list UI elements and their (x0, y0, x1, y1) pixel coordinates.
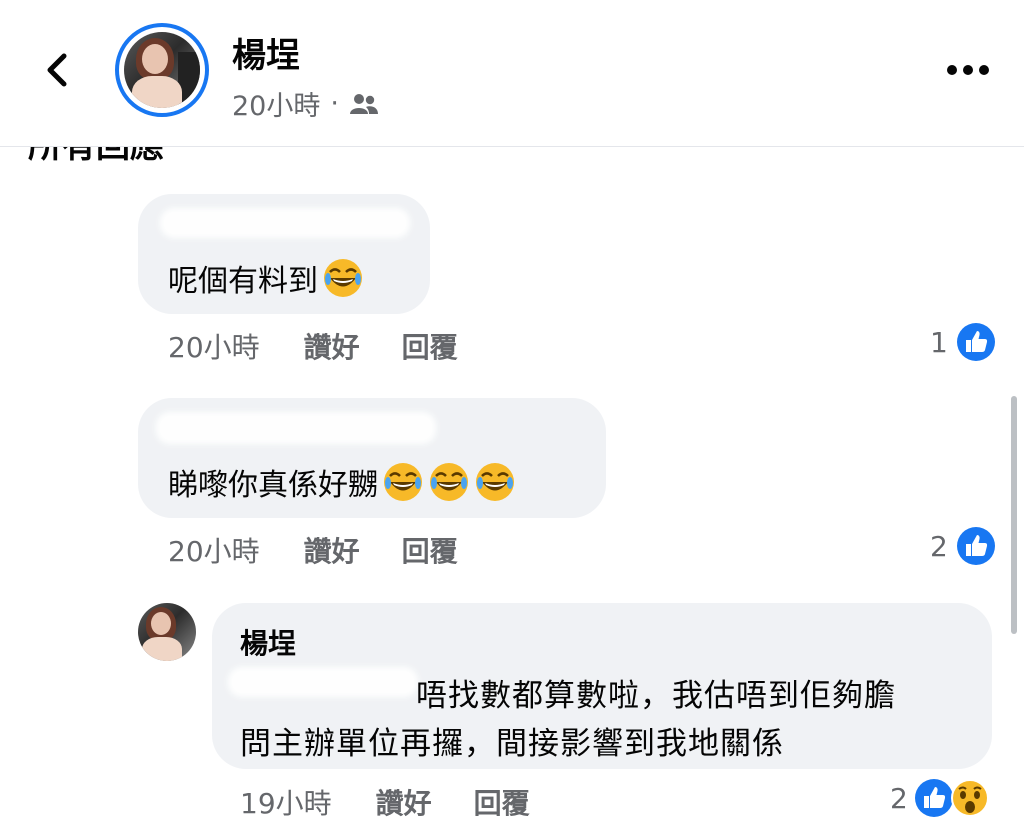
comment-actions: 20小時 讚好 回覆 (168, 326, 458, 366)
chevron-left-icon[interactable] (38, 50, 78, 90)
comment-text-content: 睇嚟你真係好嬲 (168, 468, 378, 503)
reaction-summary[interactable]: 1 (930, 322, 996, 362)
friends-icon (349, 93, 378, 114)
comment-time[interactable]: 20小時 (168, 530, 260, 570)
like-button[interactable]: 讚好 (376, 782, 432, 822)
reply-author-name[interactable]: 楊埕 (240, 622, 296, 662)
reply-time[interactable]: 19小時 (240, 782, 332, 822)
comment-text: 睇嚟你真係好嬲 (168, 460, 516, 504)
scrollbar[interactable] (1011, 396, 1017, 634)
reply-button[interactable]: 回覆 (474, 782, 530, 822)
reaction-count: 2 (890, 781, 908, 815)
reply-button[interactable]: 回覆 (402, 326, 458, 366)
comment-time[interactable]: 20小時 (168, 326, 260, 366)
redacted-author (160, 208, 410, 238)
poster-avatar[interactable] (115, 23, 209, 117)
like-reaction-icon (956, 527, 995, 565)
reply-text-line2: 問主辦單位再攞，間接影響到我地關係 (240, 726, 784, 762)
reaction-count: 2 (930, 529, 948, 563)
reaction-summary[interactable]: 2 (930, 526, 996, 566)
laughing-emoji-icon (324, 259, 362, 297)
wow-reaction-icon (950, 779, 989, 817)
reply-text-line1: 唔找數都算數啦，我估唔到佢夠膽 (416, 678, 896, 714)
like-reaction-icon (956, 323, 995, 361)
post-time[interactable]: 20小時 (232, 84, 320, 123)
reply-button[interactable]: 回覆 (402, 530, 458, 570)
laughing-emoji-icon (384, 463, 422, 501)
reply-author-avatar[interactable] (138, 603, 196, 661)
reaction-summary[interactable]: 2 (890, 778, 990, 818)
poster-name[interactable]: 楊埕 (232, 28, 300, 77)
meta-separator: · (330, 88, 339, 119)
like-button[interactable]: 讚好 (304, 326, 360, 366)
comment-actions: 20小時 讚好 回覆 (168, 530, 458, 570)
redacted-author (156, 412, 436, 444)
comment-text-content: 呢個有料到 (168, 264, 318, 299)
reaction-count: 1 (930, 325, 948, 359)
post-header: 楊埕 20小時 · (0, 0, 1024, 147)
redacted-mention (228, 667, 418, 697)
laughing-emoji-icon (430, 463, 468, 501)
more-horizontal-icon[interactable] (946, 60, 990, 80)
comment-text: 呢個有料到 (168, 256, 364, 300)
like-reaction-icon (914, 779, 953, 817)
post-meta: 20小時 · (232, 84, 379, 123)
reply-actions: 19小時 讚好 回覆 (240, 782, 530, 822)
like-button[interactable]: 讚好 (304, 530, 360, 570)
laughing-emoji-icon (476, 463, 514, 501)
